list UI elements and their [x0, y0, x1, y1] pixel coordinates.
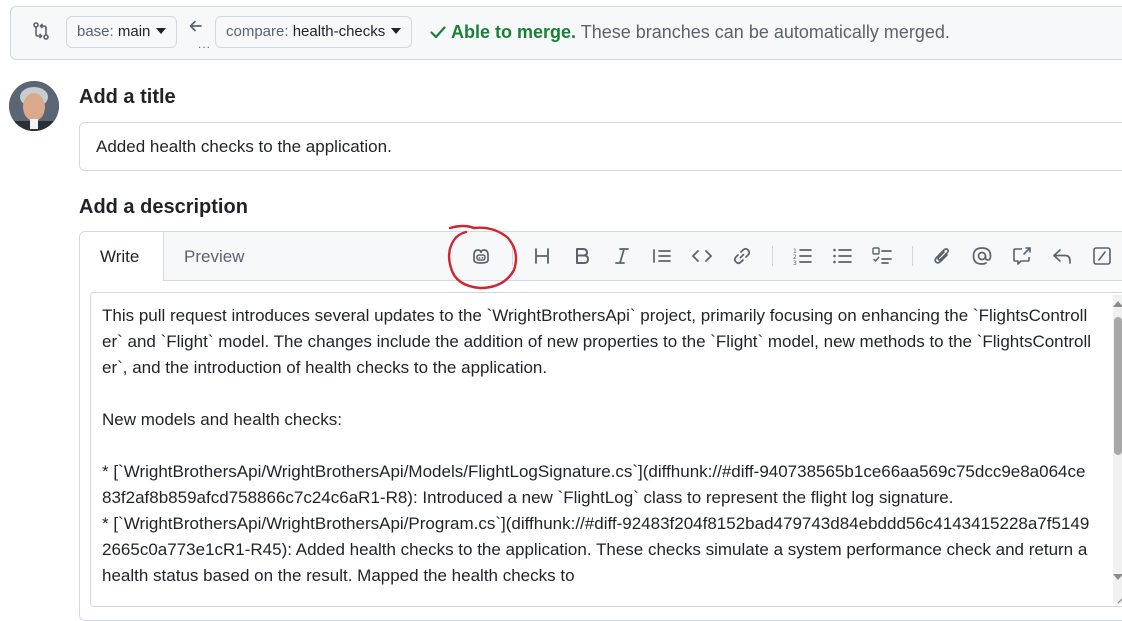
heading-icon[interactable]	[531, 245, 553, 267]
numbered-list-icon[interactable]: 1 2 3	[791, 245, 813, 267]
compare-label: compare:	[226, 23, 289, 40]
compare-branch-name: health-checks	[292, 23, 386, 40]
quote-icon[interactable]	[651, 245, 673, 267]
base-branch-name: main	[117, 23, 151, 40]
chevron-down-icon	[156, 28, 167, 34]
compare-branch-select[interactable]: compare: health-checks	[215, 16, 413, 48]
saved-reply-icon[interactable]	[1051, 245, 1073, 267]
description-label: Add a description	[79, 196, 248, 218]
swap-ellipsis[interactable]: ...	[198, 37, 211, 51]
chevron-down-icon	[391, 28, 402, 34]
avatar[interactable]	[9, 81, 59, 131]
code-icon[interactable]	[691, 245, 713, 267]
check-icon	[430, 26, 446, 39]
resize-handle-icon[interactable]	[1115, 592, 1122, 604]
tab-preview[interactable]: Preview	[164, 232, 264, 281]
title-label: Add a title	[79, 86, 176, 108]
merge-status-label: Able to merge.	[451, 22, 577, 42]
scrollbar[interactable]	[1113, 295, 1122, 604]
merge-status: Able to merge. These branches can be aut…	[429, 22, 950, 43]
base-label: base:	[77, 23, 114, 40]
compare-bar: base: main ... compare: health-checks Ab…	[10, 6, 1122, 60]
arrow-left-icon	[189, 20, 202, 32]
toolbar-divider	[912, 246, 913, 266]
scroll-down-icon[interactable]	[1113, 574, 1122, 580]
bold-icon[interactable]	[571, 245, 593, 267]
merge-status-description: These branches can be automatically merg…	[580, 22, 950, 42]
base-branch-select[interactable]: base: main	[66, 16, 178, 48]
scroll-up-icon[interactable]	[1113, 301, 1122, 307]
svg-text:3: 3	[793, 260, 797, 267]
avatar-image	[9, 81, 59, 131]
toolbar-divider	[512, 246, 513, 266]
italic-icon[interactable]	[611, 245, 633, 267]
description-editor: Write Preview 1 2 3 This pull request in…	[79, 231, 1122, 621]
link-icon[interactable]	[731, 245, 753, 267]
bulleted-list-icon[interactable]	[831, 245, 853, 267]
scrollbar-thumb[interactable]	[1114, 317, 1122, 455]
slash-command-icon[interactable]	[1091, 245, 1113, 267]
attach-icon[interactable]	[931, 245, 953, 267]
description-text: This pull request introduces several upd…	[102, 306, 1092, 585]
cross-reference-icon[interactable]	[1011, 245, 1033, 267]
git-compare-icon	[33, 22, 49, 40]
tab-write[interactable]: Write	[80, 232, 164, 281]
editor-header: Write Preview 1 2 3	[80, 232, 1122, 281]
title-input[interactable]: Added health checks to the application.	[79, 122, 1122, 171]
description-textarea[interactable]: This pull request introduces several upd…	[90, 292, 1122, 607]
copilot-icon[interactable]	[470, 245, 492, 267]
mention-icon[interactable]	[971, 245, 993, 267]
task-list-icon[interactable]	[871, 245, 893, 267]
toolbar-divider	[772, 246, 773, 266]
